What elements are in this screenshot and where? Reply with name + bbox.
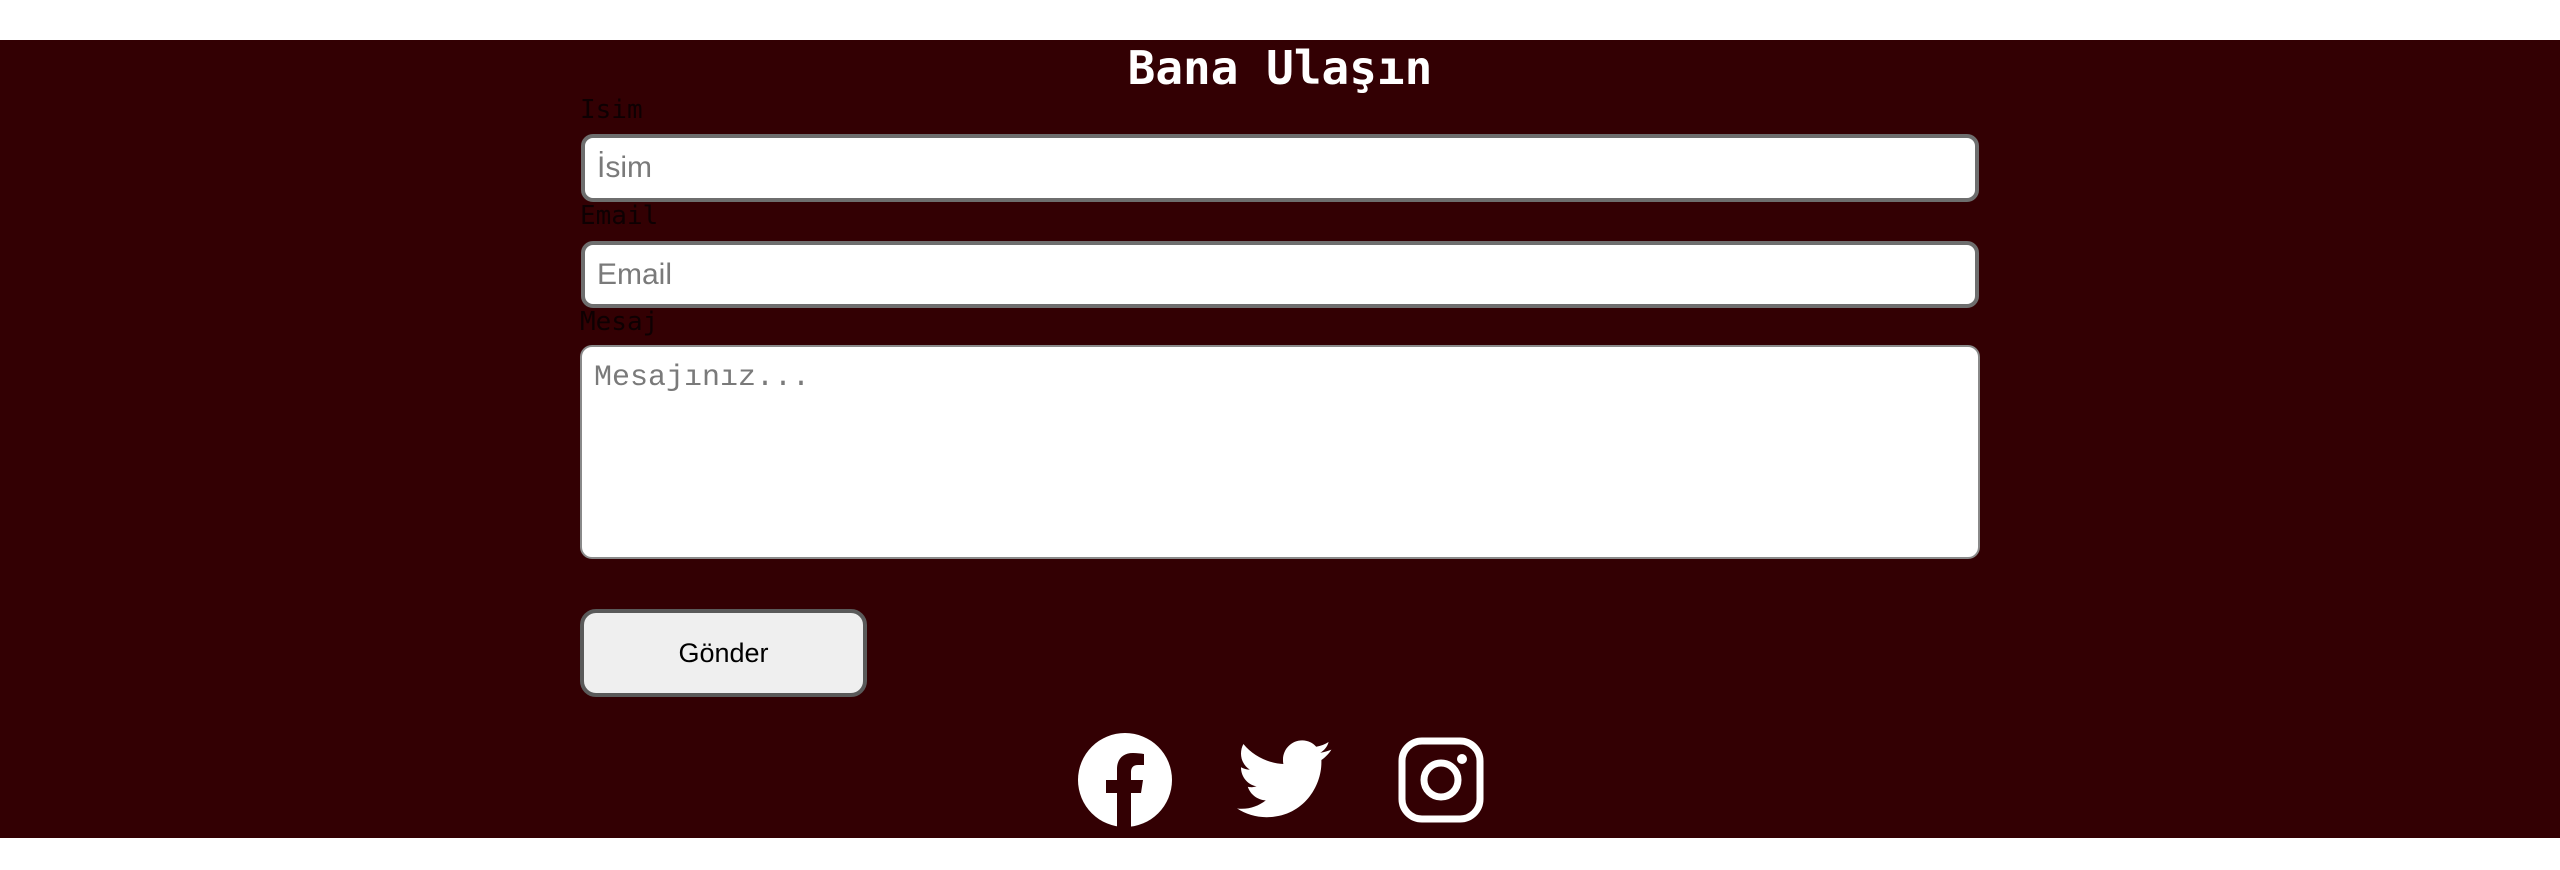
facebook-link[interactable]	[1077, 732, 1173, 828]
instagram-icon	[1398, 737, 1484, 823]
facebook-icon	[1078, 733, 1172, 827]
twitter-icon	[1237, 740, 1332, 818]
name-label: Isim	[580, 95, 643, 125]
message-textarea[interactable]	[580, 345, 1980, 559]
message-label: Mesaj	[580, 307, 659, 337]
submit-button[interactable]: Gönder	[580, 609, 867, 697]
name-input[interactable]	[581, 134, 1979, 202]
twitter-link[interactable]	[1237, 732, 1333, 828]
instagram-link[interactable]	[1393, 732, 1489, 828]
page-title: Bana Ulaşın	[1127, 41, 1433, 95]
email-label: Email	[580, 201, 659, 231]
email-input[interactable]	[581, 241, 1979, 308]
